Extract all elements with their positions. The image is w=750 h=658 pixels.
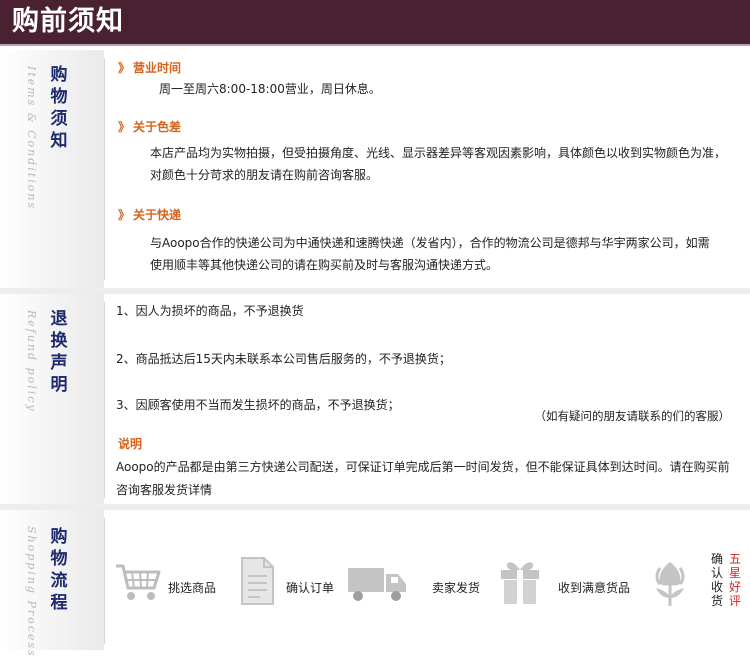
chevron-right-icon: 》 <box>118 208 131 222</box>
shipping-title-text: 关于快递 <box>133 208 182 222</box>
step-label: 确认订单 <box>286 581 335 595</box>
business-hours-text: 周一至周六8:00-18:00营业，周日休息。 <box>159 82 381 96</box>
color-title: 》关于色差 <box>118 119 181 135</box>
notice-side-title: 购物须知 <box>50 65 68 151</box>
return-rule-3: 3、因顾客使用不当而发生损坏的商品，不予退换货； <box>116 398 400 412</box>
process-steps: 挑选商品 确认订单 卖家发货 收到满意货品 确 认 收 货 五 星 好 评 <box>114 510 744 650</box>
shipping-line-1: 与Aoopo合作的快递公司为中通快递和速腾快递（发省内），合作的物流公司是德邦与… <box>150 236 710 250</box>
process-section: 购物流程 Shopping Process 挑选商品 确认订单 卖家发货 收到满… <box>0 510 750 658</box>
returns-side-title: 退换声明 <box>50 309 68 395</box>
color-line-2: 对颜色十分苛求的朋友请在购前咨询客服。 <box>150 168 379 182</box>
return-rule-1: 1、因人为损坏的商品，不予退换货 <box>116 304 304 318</box>
document-icon <box>241 557 274 605</box>
step-label: 挑选商品 <box>168 581 217 595</box>
explain-line-2: 咨询客服发货详情 <box>116 483 213 497</box>
explain-title: 说明 <box>118 437 143 451</box>
review-char: 五 <box>728 552 741 566</box>
flower-icon <box>655 562 685 606</box>
review-char: 评 <box>728 594 741 608</box>
notice-content: 》营业时间 周一至周六8:00-18:00营业，周日休息。 》关于色差 本店产品… <box>114 50 742 288</box>
shipping-line-2: 使用顺丰等其他快递公司的请在购买前及时与客服沟通快递方式。 <box>150 258 499 272</box>
business-hours-title-text: 营业时间 <box>133 61 182 75</box>
confirm-char: 货 <box>710 594 723 608</box>
page-title: 购前须知 <box>12 6 124 37</box>
confirm-char: 认 <box>710 566 723 580</box>
returns-side-script: Refund policy <box>25 310 38 413</box>
notice-section: 购物须知 Items & Conditions 》营业时间 周一至周六8:00-… <box>0 50 750 288</box>
step-label: 收到满意货品 <box>558 581 631 595</box>
process-side-script: Shopping Process <box>25 526 38 658</box>
notice-divider <box>104 58 105 280</box>
process-divider <box>104 518 105 644</box>
truck-icon <box>348 568 406 601</box>
business-hours-title: 》营业时间 <box>118 60 181 76</box>
returns-content: 1、因人为损坏的商品，不予退换货 2、商品抵达后15天内未联系本公司售后服务的，… <box>114 294 742 504</box>
confirm-char: 确 <box>710 552 723 566</box>
cart-icon <box>116 564 161 600</box>
returns-divider <box>104 302 105 498</box>
color-line-1: 本店产品均为实物拍摄，但受拍摄角度、光线、显示器差异等客观因素影响，具体颜色以收… <box>150 146 727 160</box>
color-title-text: 关于色差 <box>133 120 182 134</box>
confirm-char: 收 <box>710 580 723 594</box>
chevron-right-icon: 》 <box>118 120 131 134</box>
header-underline <box>0 44 750 46</box>
chevron-right-icon: 》 <box>118 61 131 75</box>
review-char: 好 <box>728 580 741 594</box>
shipping-title: 》关于快递 <box>118 207 181 223</box>
five-star-review-label: 五 星 好 评 <box>728 552 742 608</box>
returns-section: 退换声明 Refund policy 1、因人为损坏的商品，不予退换货 2、商品… <box>0 294 750 504</box>
process-side-title: 购物流程 <box>50 527 68 613</box>
confirm-receipt-label: 确 认 收 货 <box>710 552 724 608</box>
return-rule-2: 2、商品抵达后15天内未联系本公司售后服务的，不予退换货； <box>116 352 451 366</box>
page-header: 购前须知 <box>0 0 750 44</box>
gift-icon <box>501 562 539 604</box>
review-char: 星 <box>728 566 741 580</box>
step-label: 卖家发货 <box>432 581 481 595</box>
notice-side-script: Items & Conditions <box>25 66 38 211</box>
consult-note: （如有疑问的朋友请联系的们的客服） <box>534 409 731 423</box>
explain-line-1: Aoopo的产品都是由第三方快递公司配送，可保证订单完成后第一时间发货，但不能保… <box>116 460 730 474</box>
